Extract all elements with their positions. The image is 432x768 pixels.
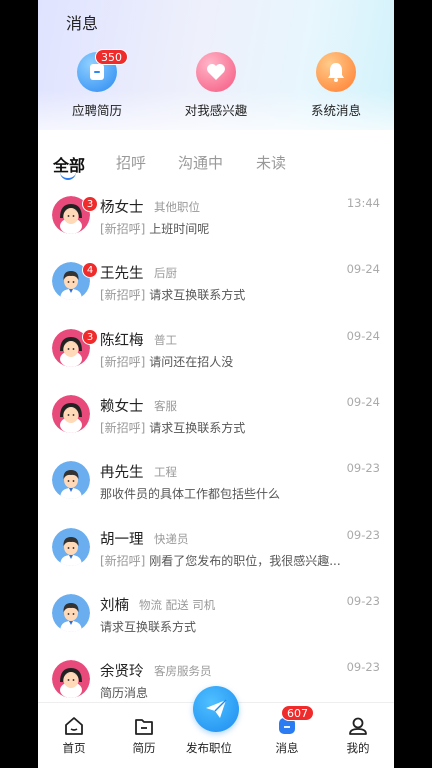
message-time: 09-24 <box>346 262 380 277</box>
message-preview: 请求互换联系方式 <box>100 618 196 635</box>
publish-job-label: 发布职位 <box>186 741 232 755</box>
tab-unread[interactable]: 未读 <box>256 152 286 173</box>
female-avatar-icon <box>52 394 90 433</box>
tab-greetings[interactable]: 招呼 <box>116 152 146 173</box>
app-screen: 消息 350 应聘简历 对我感兴趣 系统消息 全部 招呼 沟通中 未读 3 杨女士… <box>38 0 394 768</box>
message-time: 09-23 <box>346 461 380 476</box>
message-row[interactable]: 冉先生 工程 09-23 那收件员的具体工作都包括些什么 <box>38 449 394 515</box>
message-row[interactable]: 刘楠 物流 配送 司机 09-23 请求互换联系方式 <box>38 582 394 648</box>
resume-count-badge: 350 <box>95 49 128 65</box>
job-position: 客服 <box>154 398 177 413</box>
paper-plane-icon <box>206 699 227 718</box>
job-position: 物流 配送 司机 <box>139 597 216 612</box>
message-text: 请问还在招人没 <box>149 354 234 369</box>
nav-messages-label: 消息 <box>275 741 299 755</box>
job-position: 客房服务员 <box>154 664 212 679</box>
message-preview: [新招呼] 请求互换联系方式 <box>100 419 245 436</box>
contact-name: 赖女士 <box>100 398 144 415</box>
contact-name: 杨女士 <box>100 200 144 216</box>
contact-name: 余贤玲 <box>100 664 144 681</box>
message-text: 请求互换联系方式 <box>100 619 197 634</box>
nav-mine-label: 我的 <box>346 741 370 755</box>
message-row[interactable]: 3 杨女士 其他职位 13:44 [新招呼] 上班时间呢 <box>38 184 394 250</box>
message-time: 09-24 <box>346 328 380 343</box>
nav-resume[interactable]: 简历 <box>114 715 174 756</box>
contact-name: 胡一理 <box>100 531 144 548</box>
contact-name: 王先生 <box>100 266 144 283</box>
contact-name: 陈红梅 <box>100 332 144 349</box>
quick-entry-interested[interactable]: 对我感兴趣 <box>161 52 271 119</box>
message-time: 09-23 <box>346 527 380 542</box>
folder-icon <box>135 719 153 735</box>
nav-mine[interactable]: 我的 <box>328 715 388 756</box>
message-tag: [新招呼] <box>100 354 146 369</box>
message-preview: [新招呼] 刚看了您发布的职位，我很感兴趣... <box>100 552 341 569</box>
message-preview: 那收件员的具体工作都包括些什么 <box>100 485 280 502</box>
message-text: 上班时间呢 <box>149 222 210 236</box>
quick-entry-system[interactable]: 系统消息 <box>281 52 391 119</box>
user-icon <box>349 717 367 735</box>
message-tag: [新招呼] <box>100 420 146 435</box>
nav-resume-label: 简历 <box>132 741 156 755</box>
bell-icon <box>316 52 356 92</box>
heart-icon <box>196 52 236 92</box>
message-tag: [新招呼] <box>100 222 146 236</box>
job-position: 其他职位 <box>154 200 200 214</box>
male-avatar-icon <box>52 593 90 632</box>
resume-icon: 350 <box>77 49 128 92</box>
message-preview: [新招呼] 请求互换联系方式 <box>100 286 245 303</box>
message-time: 09-23 <box>346 593 380 608</box>
male-avatar-icon <box>52 527 90 566</box>
publish-job-button[interactable] <box>193 686 239 732</box>
job-position: 工程 <box>154 465 177 480</box>
message-text: 那收件员的具体工作都包括些什么 <box>100 487 281 502</box>
job-position: 普工 <box>154 332 177 347</box>
job-position: 后厨 <box>154 266 177 281</box>
unread-count-badge: 4 <box>82 262 98 279</box>
home-icon <box>65 717 83 735</box>
message-preview: 简历消息 <box>100 684 148 701</box>
message-preview: [新招呼] 上班时间呢 <box>100 220 209 237</box>
unread-count-badge: 3 <box>82 196 98 212</box>
contact-name: 冉先生 <box>100 465 144 482</box>
message-text: 请求互换联系方式 <box>149 420 246 435</box>
message-text: 请求互换联系方式 <box>149 288 246 303</box>
quick-entry-label: 应聘简历 <box>71 103 122 118</box>
message-row[interactable]: 赖女士 客服 09-24 [新招呼] 请求互换联系方式 <box>38 383 394 449</box>
message-time: 13:44 <box>346 196 380 210</box>
message-preview: [新招呼] 请问还在招人没 <box>100 353 233 370</box>
page-title: 消息 <box>66 14 99 33</box>
female-avatar-icon <box>52 660 90 699</box>
tab-active-indicator <box>60 172 76 180</box>
nav-messages[interactable]: 607 消息 <box>257 705 317 756</box>
messages-count-badge: 607 <box>281 705 314 721</box>
message-row[interactable]: 4 王先生 后厨 09-24 [新招呼] 请求互换联系方式 <box>38 250 394 316</box>
message-text: 刚看了您发布的职位，我很感兴趣... <box>149 553 341 568</box>
message-time: 09-23 <box>346 660 380 675</box>
quick-entry-resumes[interactable]: 350 应聘简历 <box>42 49 152 119</box>
nav-home[interactable]: 首页 <box>44 715 104 756</box>
job-position: 快递员 <box>154 531 189 546</box>
nav-home-label: 首页 <box>62 741 86 755</box>
male-avatar-icon <box>52 461 90 500</box>
message-time: 09-24 <box>346 394 380 409</box>
contact-name: 刘楠 <box>100 597 129 614</box>
message-tag: [新招呼] <box>100 553 146 568</box>
tab-communicating[interactable]: 沟通中 <box>178 152 223 173</box>
unread-count-badge: 3 <box>82 328 98 345</box>
message-row[interactable]: 3 陈红梅 普工 09-24 [新招呼] 请问还在招人没 <box>38 317 394 383</box>
quick-entry-label: 系统消息 <box>310 103 361 118</box>
quick-entry-label: 对我感兴趣 <box>184 103 248 118</box>
message-row[interactable]: 胡一理 快递员 09-23 [新招呼] 刚看了您发布的职位，我很感兴趣... <box>38 516 394 582</box>
message-tag: [新招呼] <box>100 288 146 303</box>
message-text: 简历消息 <box>100 686 149 701</box>
